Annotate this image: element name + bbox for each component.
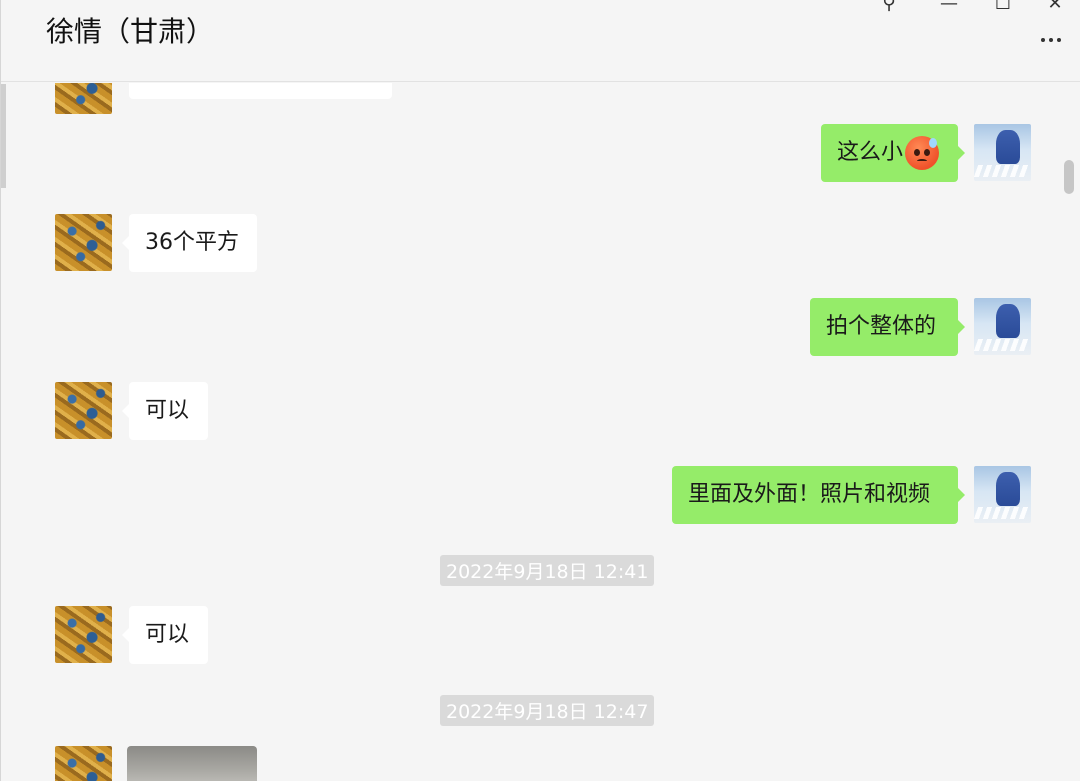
title-bar: 徐情（甘肃） ⚲ — ☐ ✕ (1, 0, 1080, 82)
contact-avatar[interactable] (55, 746, 112, 781)
my-avatar[interactable] (974, 466, 1031, 523)
more-dot (1049, 38, 1053, 42)
chat-window: 徐情（甘肃） ⚲ — ☐ ✕ 这么小 36个平方 拍个整体的 可以 里面及外面！… (0, 0, 1080, 781)
message-bubble-partial[interactable] (129, 83, 392, 99)
message-text: 可以 (145, 622, 190, 647)
message-text: 这么小 (837, 140, 904, 165)
scrollbar-thumb[interactable] (1064, 160, 1074, 194)
more-options-icon[interactable] (1035, 28, 1067, 52)
contact-avatar[interactable] (55, 382, 112, 439)
message-bubble-incoming[interactable]: 36个平方 (122, 214, 257, 272)
message-list[interactable]: 这么小 36个平方 拍个整体的 可以 里面及外面！照片和视频 2022年9月18… (1, 83, 1080, 781)
message-timestamp: 2022年9月18日 12:41 (440, 555, 655, 586)
message-bubble-outgoing[interactable]: 拍个整体的 (810, 298, 965, 356)
anxious-sweat-face-icon (905, 136, 940, 170)
contact-avatar[interactable] (55, 606, 112, 663)
more-dot (1041, 38, 1045, 42)
message-bubble-outgoing[interactable]: 里面及外面！照片和视频 (672, 466, 965, 524)
message-bubble-incoming[interactable]: 可以 (122, 382, 208, 440)
message-text: 36个平方 (145, 230, 239, 255)
message-text: 可以 (145, 398, 190, 423)
pin-icon[interactable]: ⚲ (875, 0, 903, 14)
maximize-icon[interactable]: ☐ (989, 0, 1017, 14)
window-controls: ⚲ — ☐ ✕ (861, 0, 1080, 20)
message-bubble-outgoing[interactable]: 这么小 (821, 124, 965, 182)
image-message-thumbnail[interactable] (127, 746, 257, 781)
message-text: 里面及外面！照片和视频 (688, 482, 931, 507)
chat-title: 徐情（甘肃） (46, 15, 215, 48)
close-icon[interactable]: ✕ (1041, 0, 1069, 14)
my-avatar[interactable] (974, 124, 1031, 181)
message-text: 拍个整体的 (826, 314, 937, 339)
message-timestamp: 2022年9月18日 12:47 (440, 695, 655, 726)
contact-avatar[interactable] (55, 214, 112, 271)
my-avatar[interactable] (974, 298, 1031, 355)
message-bubble-incoming[interactable]: 可以 (122, 606, 208, 664)
more-dot (1057, 38, 1061, 42)
contact-avatar[interactable] (55, 83, 112, 114)
minimize-icon[interactable]: — (935, 0, 963, 14)
